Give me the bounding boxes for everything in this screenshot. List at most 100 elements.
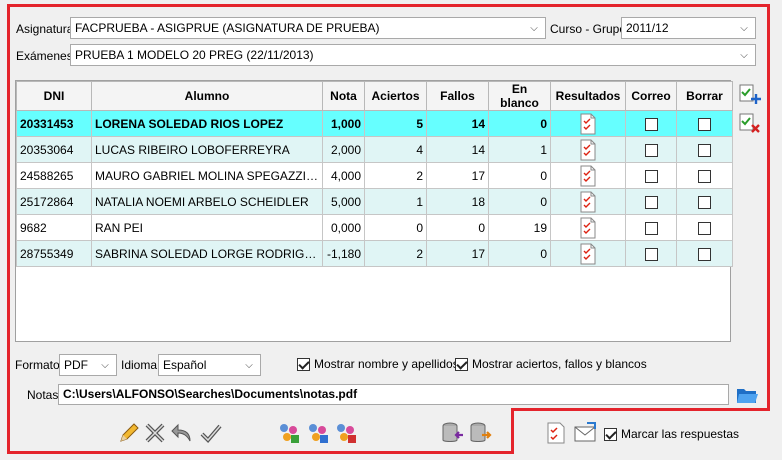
asignatura-select[interactable]: FACPRUEBA - ASIGPRUE (ASIGNATURA DE PRUE…: [70, 17, 546, 39]
borrar-checkbox[interactable]: [698, 221, 711, 235]
results-document-icon[interactable]: [579, 113, 597, 135]
cell-correo: [625, 162, 677, 189]
idioma-label: Idioma: [121, 358, 158, 372]
cell-aciertos: 2: [364, 240, 427, 267]
send-mail-icon[interactable]: [573, 421, 597, 448]
cell-fallos: 0: [426, 214, 489, 241]
cell-en-blanco: 0: [488, 162, 551, 189]
cell-alumno: SABRINA SOLEDAD LORGE RODRIGU...: [91, 240, 323, 267]
col-aciertos[interactable]: Aciertos: [364, 81, 427, 111]
chevron-down-icon: ⌵: [101, 359, 109, 371]
cell-aciertos: 2: [364, 162, 427, 189]
undo-arrow-icon[interactable]: [170, 421, 194, 448]
col-borrar[interactable]: Borrar: [676, 81, 733, 111]
chevron-down-icon: ⌵: [245, 359, 253, 371]
correo-checkbox[interactable]: [644, 117, 658, 131]
cell-correo: [625, 188, 677, 215]
col-alumno[interactable]: Alumno: [91, 81, 323, 111]
database-export-icon[interactable]: [469, 421, 493, 448]
correo-checkbox[interactable]: [644, 143, 658, 157]
edit-pencil-icon[interactable]: [117, 421, 141, 448]
results-table: DNI Alumno Nota Aciertos Fallos En blanc…: [16, 81, 733, 267]
cancel-x-icon[interactable]: [143, 421, 167, 448]
cell-dni: 28755349: [16, 240, 92, 267]
results-document-icon[interactable]: [579, 165, 597, 187]
correo-checkbox[interactable]: [644, 195, 658, 209]
col-fallos[interactable]: Fallos: [426, 81, 489, 111]
highlight-border-right: [767, 4, 770, 410]
results-document-icon[interactable]: [579, 139, 597, 161]
cell-borrar: [676, 162, 733, 189]
table-row[interactable]: 20331453 LORENA SOLEDAD RIOS LOPEZ 1,000…: [16, 110, 733, 137]
cell-aciertos: 0: [364, 214, 427, 241]
table-row[interactable]: 24588265 MAURO GABRIEL MOLINA SPEGAZZINI…: [16, 162, 733, 189]
borrar-checkbox[interactable]: [698, 247, 711, 261]
curso-value: 2011/12: [626, 21, 669, 35]
cell-resultados: [550, 136, 626, 163]
correo-checkbox[interactable]: [644, 221, 658, 235]
cell-fallos: 14: [426, 110, 489, 137]
results-grid[interactable]: DNI Alumno Nota Aciertos Fallos En blanc…: [15, 80, 733, 342]
cell-resultados: [550, 188, 626, 215]
mostrar-nombre-label: Mostrar nombre y apellidos: [314, 357, 459, 371]
table-row[interactable]: 25172864 NATALIA NOEMI ARBELO SCHEIDLER …: [16, 188, 733, 215]
table-row[interactable]: 28755349 SABRINA SOLEDAD LORGE RODRIGU..…: [16, 240, 733, 267]
col-nota[interactable]: Nota: [322, 81, 365, 111]
mostrar-aciertos-checkbox[interactable]: [455, 357, 468, 371]
curso-select[interactable]: 2011/12 ⌵: [621, 17, 756, 39]
cell-aciertos: 5: [364, 110, 427, 137]
borrar-checkbox[interactable]: [698, 117, 711, 131]
cell-correo: [625, 240, 677, 267]
borrar-checkbox[interactable]: [698, 169, 711, 183]
highlight-border-left: [7, 4, 10, 454]
col-resultados[interactable]: Resultados: [550, 81, 626, 111]
correo-checkbox[interactable]: [644, 169, 658, 183]
add-student-icon[interactable]: [739, 83, 761, 108]
cell-correo: [625, 214, 677, 241]
chevron-down-icon: ⌵: [530, 22, 538, 34]
cell-borrar: [676, 136, 733, 163]
cell-alumno: MAURO GABRIEL MOLINA SPEGAZZINI...: [91, 162, 323, 189]
folder-open-icon[interactable]: [735, 384, 759, 409]
cell-dni: 24588265: [16, 162, 92, 189]
mostrar-aciertos-option[interactable]: Mostrar aciertos, fallos y blancos: [455, 357, 647, 371]
results-document-icon[interactable]: [579, 243, 597, 265]
borrar-checkbox[interactable]: [698, 143, 711, 157]
cell-fallos: 17: [426, 162, 489, 189]
results-document-icon[interactable]: [579, 191, 597, 213]
examenes-select[interactable]: PRUEBA 1 MODELO 20 PREG (22/11/2013) ⌵: [70, 44, 756, 66]
highlight-border-step: [511, 408, 770, 411]
cell-fallos: 18: [426, 188, 489, 215]
mostrar-nombre-option[interactable]: Mostrar nombre y apellidos: [297, 357, 459, 371]
mostrar-nombre-checkbox[interactable]: [297, 357, 310, 371]
grade-group-3-icon[interactable]: [334, 421, 358, 448]
formato-select[interactable]: PDF ⌵: [59, 354, 117, 376]
marcar-respuestas-option[interactable]: Marcar las respuestas: [604, 427, 739, 441]
table-row[interactable]: 9682 RAN PEI 0,000 0 0 19: [16, 214, 733, 241]
col-correo[interactable]: Correo: [625, 81, 677, 111]
correo-checkbox[interactable]: [644, 247, 658, 261]
table-row[interactable]: 20353064 LUCAS RIBEIRO LOBOFERREYRA 2,00…: [16, 136, 733, 163]
remove-student-icon[interactable]: [739, 112, 761, 137]
print-results-icon[interactable]: [545, 421, 567, 448]
marcar-respuestas-checkbox[interactable]: [604, 427, 617, 441]
accept-check-icon[interactable]: [199, 421, 223, 448]
grade-group-icon[interactable]: [277, 421, 301, 448]
grade-group-2-icon[interactable]: [306, 421, 330, 448]
col-en-blanco[interactable]: En blanco: [488, 81, 551, 111]
cell-en-blanco: 0: [488, 188, 551, 215]
cell-en-blanco: 19: [488, 214, 551, 241]
results-document-icon[interactable]: [579, 217, 597, 239]
database-import-icon[interactable]: [441, 421, 465, 448]
cell-dni: 25172864: [16, 188, 92, 215]
borrar-checkbox[interactable]: [698, 195, 711, 209]
notas-path-field[interactable]: C:\Users\ALFONSO\Searches\Documents\nota…: [58, 384, 729, 405]
cell-alumno: RAN PEI: [91, 214, 323, 241]
cell-nota: -1,180: [322, 240, 365, 267]
cell-correo: [625, 136, 677, 163]
cell-alumno: LUCAS RIBEIRO LOBOFERREYRA: [91, 136, 323, 163]
cell-resultados: [550, 214, 626, 241]
idioma-select[interactable]: Español ⌵: [158, 354, 261, 376]
cell-nota: 5,000: [322, 188, 365, 215]
col-dni[interactable]: DNI: [16, 81, 92, 111]
